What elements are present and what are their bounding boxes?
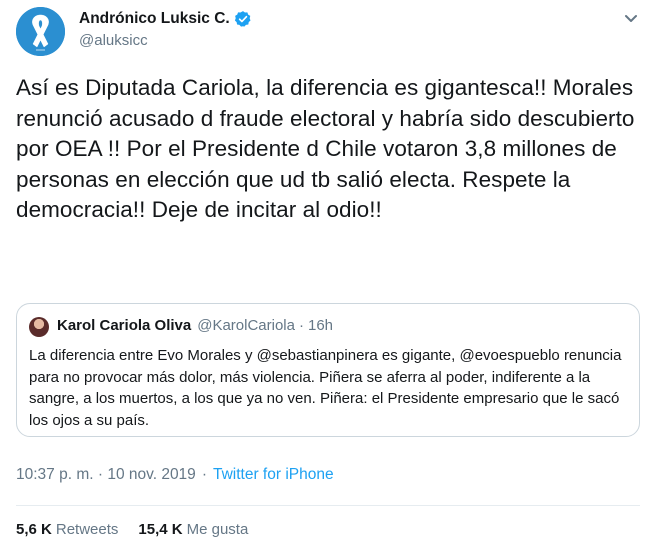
verified-badge-icon: [234, 11, 251, 27]
divider: [16, 505, 640, 506]
quoted-tweet-header: Karol Cariola Oliva @KarolCariola · 16h: [57, 317, 333, 334]
tweet-stats: 5,6 K Retweets 15,4 K Me gusta: [16, 521, 248, 538]
chevron-down-icon[interactable]: [622, 12, 640, 26]
likes-stat[interactable]: 15,4 K Me gusta: [138, 521, 248, 538]
author-handle[interactable]: @aluksicc: [79, 32, 252, 49]
quoted-author-avatar: [29, 317, 49, 337]
retweets-stat[interactable]: 5,6 K Retweets: [16, 521, 118, 538]
author-avatar[interactable]: [16, 7, 65, 56]
author-info: Andrónico Luksic C. @aluksicc: [79, 8, 252, 49]
quoted-display-name: Karol Cariola Oliva: [57, 317, 192, 334]
tweet-card: Andrónico Luksic C. @aluksicc Así es Dip…: [0, 0, 652, 554]
likes-count: 15,4 K: [138, 521, 183, 538]
quoted-handle: @KarolCariola: [197, 317, 295, 334]
quoted-time: 16h: [307, 317, 334, 334]
tweet-source-link[interactable]: Twitter for iPhone: [213, 466, 334, 484]
quoted-tweet[interactable]: Karol Cariola Oliva @KarolCariola · 16h …: [16, 303, 640, 437]
meta-separator: ·: [201, 466, 207, 483]
likes-label: Me gusta: [186, 521, 249, 538]
quoted-text: La diferencia entre Evo Morales y @sebas…: [29, 347, 622, 429]
ribbon-icon: [16, 7, 65, 56]
quoted-separator: ·: [298, 317, 304, 334]
tweet-timestamp[interactable]: 10:37 p. m. · 10 nov. 2019: [16, 466, 196, 484]
tweet-meta: 10:37 p. m. · 10 nov. 2019 · Twitter for…: [16, 466, 334, 484]
author-display-name[interactable]: Andrónico Luksic C.: [79, 10, 230, 28]
retweets-label: Retweets: [55, 521, 119, 538]
retweets-count: 5,6 K: [16, 521, 52, 538]
tweet-text: Así es Diputada Cariola, la diferencia e…: [16, 75, 635, 222]
